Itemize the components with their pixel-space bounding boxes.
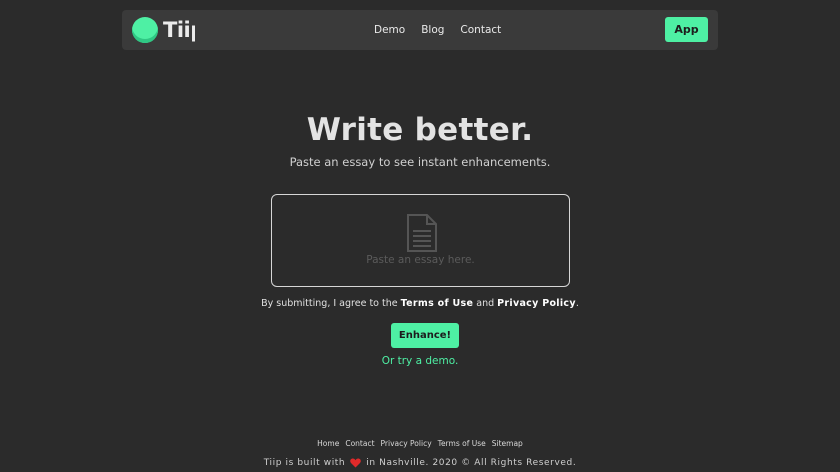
footer-link-contact[interactable]: Contact [345, 439, 374, 448]
footer-link-home[interactable]: Home [317, 439, 339, 448]
footer-link-terms[interactable]: Terms of Use [438, 439, 486, 448]
app-button[interactable]: App [665, 17, 708, 42]
logo-circle-icon [132, 17, 158, 43]
enhance-button[interactable]: Enhance! [391, 323, 459, 348]
essay-placeholder: Paste an essay here. [366, 254, 475, 266]
demo-link[interactable]: Or try a demo. [0, 355, 840, 367]
footer-links: Home Contact Privacy Policy Terms of Use… [0, 439, 840, 448]
footer-link-privacy[interactable]: Privacy Policy [381, 439, 432, 448]
copyright-suffix: in Nashville. 2020 © All Rights Reserved… [366, 458, 577, 468]
agreement-text: By submitting, I agree to the Terms of U… [0, 298, 840, 309]
copyright: Tiip is built with in Nashville. 2020 © … [0, 458, 840, 468]
agreement-suffix: . [575, 298, 579, 309]
nav-link-demo[interactable]: Demo [374, 24, 405, 36]
hero-title: Write better. [306, 112, 534, 148]
navbar: Tiip Demo Blog Contact App [122, 10, 718, 50]
footer-link-sitemap[interactable]: Sitemap [492, 439, 523, 448]
terms-link[interactable]: Terms of Use [401, 298, 474, 309]
nav-link-blog[interactable]: Blog [421, 24, 444, 36]
nav-links: Demo Blog Contact [374, 10, 501, 50]
brand-logo[interactable]: Tiip [132, 17, 195, 43]
hero-subtitle: Paste an essay to see instant enhancemen… [289, 155, 551, 169]
document-icon [407, 214, 437, 252]
essay-input[interactable]: Paste an essay here. [271, 194, 570, 287]
brand-name: Tiip [163, 18, 195, 42]
agreement-prefix: By submitting, I agree to the [261, 298, 398, 309]
privacy-link[interactable]: Privacy Policy [497, 298, 576, 309]
nav-link-contact[interactable]: Contact [460, 24, 501, 36]
copyright-prefix: Tiip is built with [263, 458, 346, 468]
page: Tiip Demo Blog Contact App Write better.… [0, 0, 840, 472]
agreement-conjunction: and [476, 298, 495, 309]
heart-icon [350, 458, 362, 468]
